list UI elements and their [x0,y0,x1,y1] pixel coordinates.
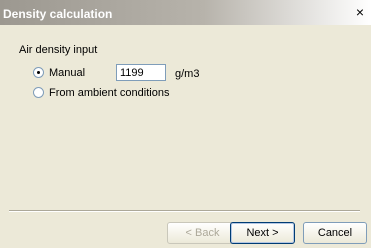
density-calculation-dialog: Density calculation × Air density input … [0,0,371,248]
ambient-conditions-radio[interactable] [33,87,44,98]
manual-radio[interactable] [33,67,44,78]
dialog-body [0,25,371,248]
ambient-conditions-option[interactable]: From ambient conditions [33,86,169,99]
window-title: Density calculation [3,7,113,21]
back-button[interactable]: < Back [167,222,238,244]
close-icon[interactable]: × [353,5,367,19]
manual-option[interactable]: Manual [33,66,85,79]
density-value-input[interactable] [116,64,166,81]
title-bar[interactable]: Density calculation × [0,0,371,25]
cancel-button[interactable]: Cancel [303,222,367,244]
next-button[interactable]: Next > [230,222,295,244]
manual-radio-label: Manual [49,66,86,79]
air-density-input-label: Air density input [19,44,98,56]
button-separator [9,210,360,212]
ambient-conditions-radio-label: From ambient conditions [49,86,170,99]
density-unit-label: g/m3 [175,68,200,80]
